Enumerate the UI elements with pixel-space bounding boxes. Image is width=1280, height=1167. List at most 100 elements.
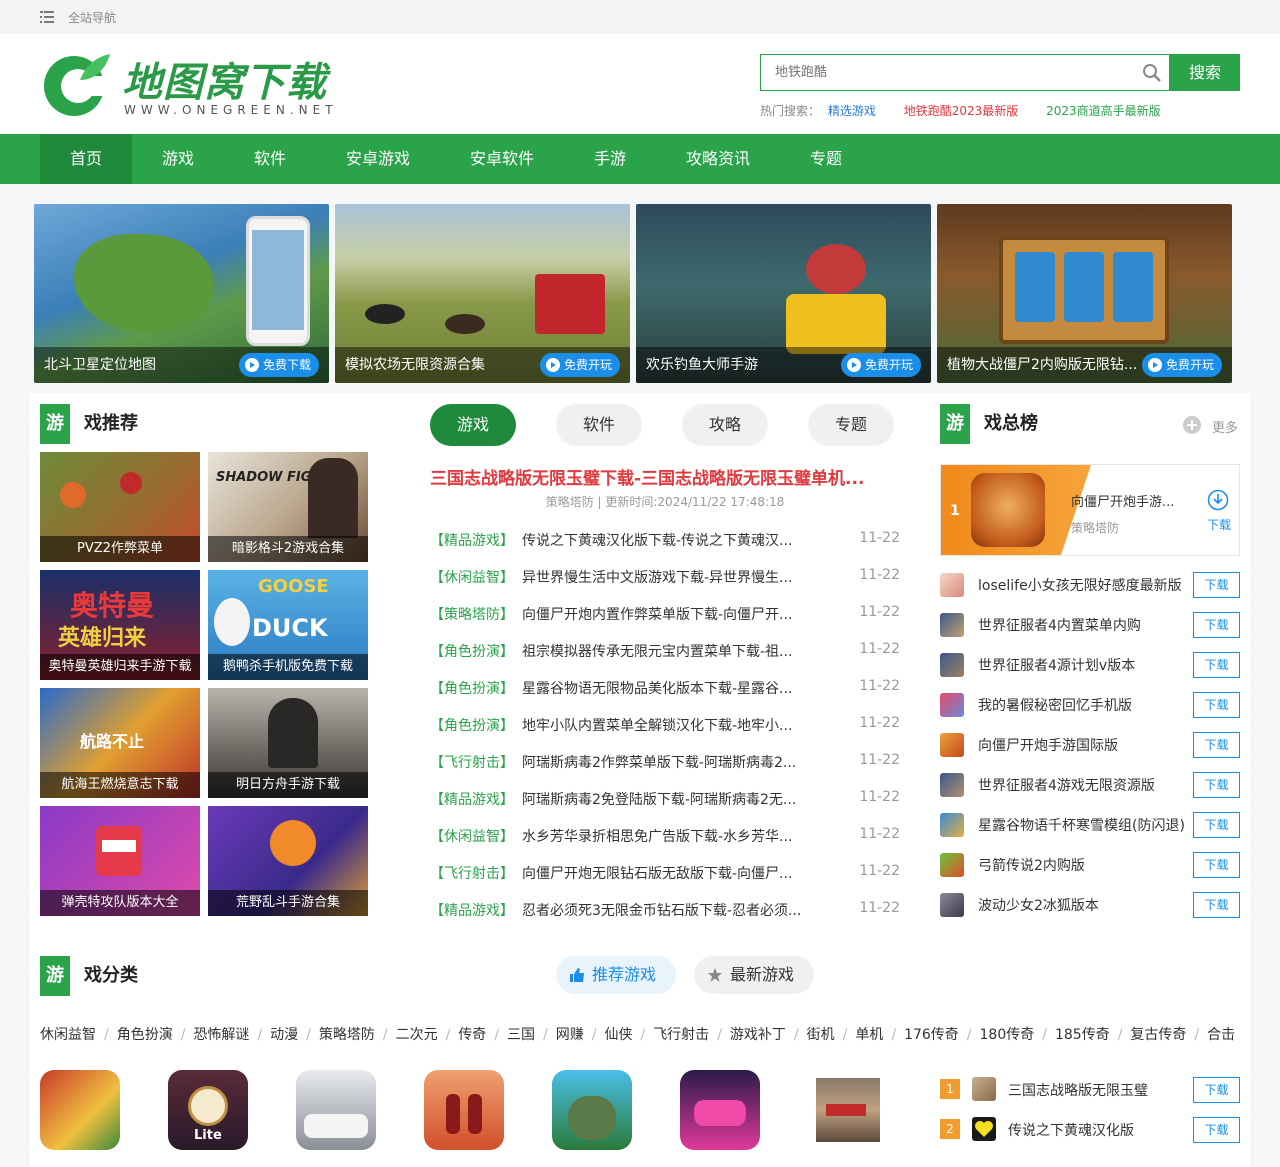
game-app-icon[interactable] xyxy=(40,1070,120,1150)
game-app-icon[interactable] xyxy=(940,653,964,677)
news-title[interactable]: 祖宗模拟器传承无限元宝内置菜单下载-祖... xyxy=(522,644,792,660)
news-row[interactable]: 【角色扮演】 星露谷物语无限物品美化版本下载-星露谷... 11-22 xyxy=(430,678,900,698)
ranking-row[interactable]: 2 传说之下黄魂汉化版 下载 xyxy=(940,1117,1240,1143)
free-play-button[interactable]: 免费开玩 xyxy=(840,353,921,377)
search-button[interactable]: 搜索 xyxy=(1170,54,1240,91)
nav-item-home[interactable]: 首页 xyxy=(40,134,132,184)
news-row[interactable]: 【休闲益智】 水乡芳华录折相思免广告版下载-水乡芳华... 11-22 xyxy=(430,826,900,846)
game-app-icon[interactable] xyxy=(940,813,964,837)
news-category[interactable]: 【策略塔防】 xyxy=(430,607,514,623)
news-row[interactable]: 【精品游戏】 忍者必须死3无限金币钻石版下载-忍者必须... 11-22 xyxy=(430,900,900,920)
news-title[interactable]: 阿瑞斯病毒2免登陆版下载-阿瑞斯病毒2无... xyxy=(522,792,796,808)
category-link[interactable]: 传奇 xyxy=(458,1027,486,1043)
game-app-icon[interactable]: Lite xyxy=(168,1070,248,1150)
news-title[interactable]: 忍者必须死3无限金币钻石版下载-忍者必须... xyxy=(522,903,801,919)
ranking-row[interactable]: 向僵尸开炮手游国际版 下载 xyxy=(940,732,1240,758)
download-button[interactable]: 下载 xyxy=(1193,812,1240,838)
category-link[interactable]: 街机 xyxy=(807,1027,835,1043)
ranking-top-item[interactable]: 1 向僵尸开炮手游... 策略塔防 下载 xyxy=(940,464,1240,556)
ranking-name[interactable]: 世界征服者4内置菜单内购 xyxy=(978,615,1141,635)
ranking-row[interactable]: 波动少女2冰狐版本 下载 xyxy=(940,892,1240,918)
ranking-row[interactable]: 我的暑假秘密回忆手机版 下载 xyxy=(940,692,1240,718)
tab-recommended-games[interactable]: 推荐游戏 xyxy=(556,956,676,994)
game-tile[interactable]: 弹壳特攻队版本大全 xyxy=(40,806,200,916)
news-category[interactable]: 【角色扮演】 xyxy=(430,644,514,660)
hot-search-link[interactable]: 2023商道高手最新版 xyxy=(1046,104,1161,118)
game-app-icon[interactable] xyxy=(940,613,964,637)
news-row[interactable]: 【飞行射击】 向僵尸开炮无限钻石版无敌版下载-向僵尸... 11-22 xyxy=(430,863,900,883)
search-icon[interactable] xyxy=(1142,63,1162,83)
category-link[interactable]: 二次元 xyxy=(396,1027,438,1043)
game-tile[interactable]: PVZ2作弊菜单 xyxy=(40,452,200,562)
news-row[interactable]: 【精品游戏】 传说之下黄魂汉化版下载-传说之下黄魂汉... 11-22 xyxy=(430,530,900,550)
download-button[interactable]: 下载 xyxy=(1193,1077,1240,1103)
hot-search-link[interactable]: 精选游戏 xyxy=(828,104,876,118)
download-button[interactable]: 下载 xyxy=(1193,612,1240,638)
game-tile[interactable]: GOOSE DUCK 鹅鸭杀手机版免费下载 xyxy=(208,570,368,680)
hot-search-link[interactable]: 地铁跑酷2023最新版 xyxy=(904,104,1019,118)
game-app-icon[interactable] xyxy=(972,1077,996,1101)
ranking-name[interactable]: 向僵尸开炮手游国际版 xyxy=(978,735,1118,755)
news-row[interactable]: 【角色扮演】 祖宗模拟器传承无限元宝内置菜单下载-祖... 11-22 xyxy=(430,641,900,661)
news-row[interactable]: 【策略塔防】 向僵尸开炮内置作弊菜单版下载-向僵尸开... 11-22 xyxy=(430,604,900,624)
news-title[interactable]: 向僵尸开炮无限钻石版无敌版下载-向僵尸... xyxy=(522,866,792,882)
game-tile[interactable]: 荒野乱斗手游合集 xyxy=(208,806,368,916)
ranking-row[interactable]: 1 三国志战略版无限玉璧 下载 xyxy=(940,1077,1240,1103)
news-title[interactable]: 传说之下黄魂汉化版下载-传说之下黄魂汉... xyxy=(522,533,792,549)
category-link[interactable]: 180传奇 xyxy=(980,1027,1035,1043)
download-button[interactable]: 下载 xyxy=(1193,1117,1240,1143)
download-button[interactable]: 下载 xyxy=(1193,692,1240,718)
ranking-top-name[interactable]: 向僵尸开炮手游... xyxy=(1071,491,1174,510)
banner-card[interactable]: 欢乐钓鱼大师手游 免费开玩 xyxy=(636,204,931,383)
news-title[interactable]: 地牢小队内置菜单全解锁汉化下载-地牢小... xyxy=(522,718,792,734)
nav-item-software[interactable]: 软件 xyxy=(224,134,316,184)
nav-item-android-software[interactable]: 安卓软件 xyxy=(440,134,564,184)
headline-title[interactable]: 三国志战略版无限玉璧下载-三国志战略版无限玉璧单机... xyxy=(430,464,864,489)
tab-guides[interactable]: 攻略 xyxy=(682,404,768,446)
game-app-icon[interactable] xyxy=(940,853,964,877)
game-app-icon[interactable] xyxy=(940,893,964,917)
ranking-name[interactable]: 世界征服者4源计划v版本 xyxy=(978,655,1135,675)
download-button[interactable]: 下载 xyxy=(1193,572,1240,598)
game-tile[interactable]: 航路不止 航海王燃烧意志下载 xyxy=(40,688,200,798)
news-title[interactable]: 阿瑞斯病毒2作弊菜单版下载-阿瑞斯病毒2... xyxy=(522,755,796,771)
category-link[interactable]: 仙侠 xyxy=(604,1027,632,1043)
download-circle-icon[interactable] xyxy=(1207,489,1229,511)
game-app-icon[interactable] xyxy=(972,1117,996,1141)
news-row[interactable]: 【精品游戏】 阿瑞斯病毒2免登陆版下载-阿瑞斯病毒2无... 11-22 xyxy=(430,789,900,809)
news-row[interactable]: 【飞行射击】 阿瑞斯病毒2作弊菜单版下载-阿瑞斯病毒2... 11-22 xyxy=(430,752,900,772)
nav-item-topics[interactable]: 专题 xyxy=(780,134,872,184)
nav-item-games[interactable]: 游戏 xyxy=(132,134,224,184)
free-play-button[interactable]: 免费开玩 xyxy=(539,353,620,377)
category-link[interactable]: 185传奇 xyxy=(1055,1027,1110,1043)
logo-text[interactable]: 地图窝下载 xyxy=(122,50,327,108)
download-button[interactable]: 下载 xyxy=(1193,732,1240,758)
game-app-icon[interactable] xyxy=(296,1070,376,1150)
ranking-name[interactable]: loselife小女孩无限好感度最新版 xyxy=(978,575,1182,595)
news-category[interactable]: 【休闲益智】 xyxy=(430,570,514,586)
ranking-name[interactable]: 星露谷物语千杯寒雪模组(防闪退) xyxy=(978,815,1185,835)
ranking-name[interactable]: 波动少女2冰狐版本 xyxy=(978,895,1099,915)
news-category[interactable]: 【飞行射击】 xyxy=(430,755,514,771)
game-app-icon[interactable] xyxy=(680,1070,760,1150)
banner-card[interactable]: 植物大战僵尸2内购版无限钻... 免费开玩 xyxy=(937,204,1232,383)
ranking-name[interactable]: 世界征服者4游戏无限资源版 xyxy=(978,775,1155,795)
news-category[interactable]: 【角色扮演】 xyxy=(430,718,514,734)
news-title[interactable]: 异世界慢生活中文版游戏下载-异世界慢生... xyxy=(522,570,792,586)
ranking-name[interactable]: 我的暑假秘密回忆手机版 xyxy=(978,695,1132,715)
ranking-name[interactable]: 传说之下黄魂汉化版 xyxy=(1008,1120,1134,1140)
game-tile[interactable]: 奥特曼 英雄归来 奥特曼英雄归来手游下载 xyxy=(40,570,200,680)
category-link[interactable]: 单机 xyxy=(855,1027,883,1043)
news-title[interactable]: 水乡芳华录折相思免广告版下载-水乡芳华... xyxy=(522,829,792,845)
category-link[interactable]: 动漫 xyxy=(270,1027,298,1043)
download-link[interactable]: 下载 xyxy=(1207,516,1231,533)
ranking-row[interactable]: 世界征服者4游戏无限资源版 下载 xyxy=(940,772,1240,798)
game-app-icon[interactable] xyxy=(816,1078,880,1142)
nav-item-guides[interactable]: 攻略资讯 xyxy=(656,134,780,184)
category-link[interactable]: 复古传奇 xyxy=(1130,1027,1186,1043)
tab-topics[interactable]: 专题 xyxy=(808,404,894,446)
news-category[interactable]: 【休闲益智】 xyxy=(430,829,514,845)
news-title[interactable]: 向僵尸开炮内置作弊菜单版下载-向僵尸开... xyxy=(522,607,792,623)
tab-software[interactable]: 软件 xyxy=(556,404,642,446)
ranking-row[interactable]: 世界征服者4内置菜单内购 下载 xyxy=(940,612,1240,638)
